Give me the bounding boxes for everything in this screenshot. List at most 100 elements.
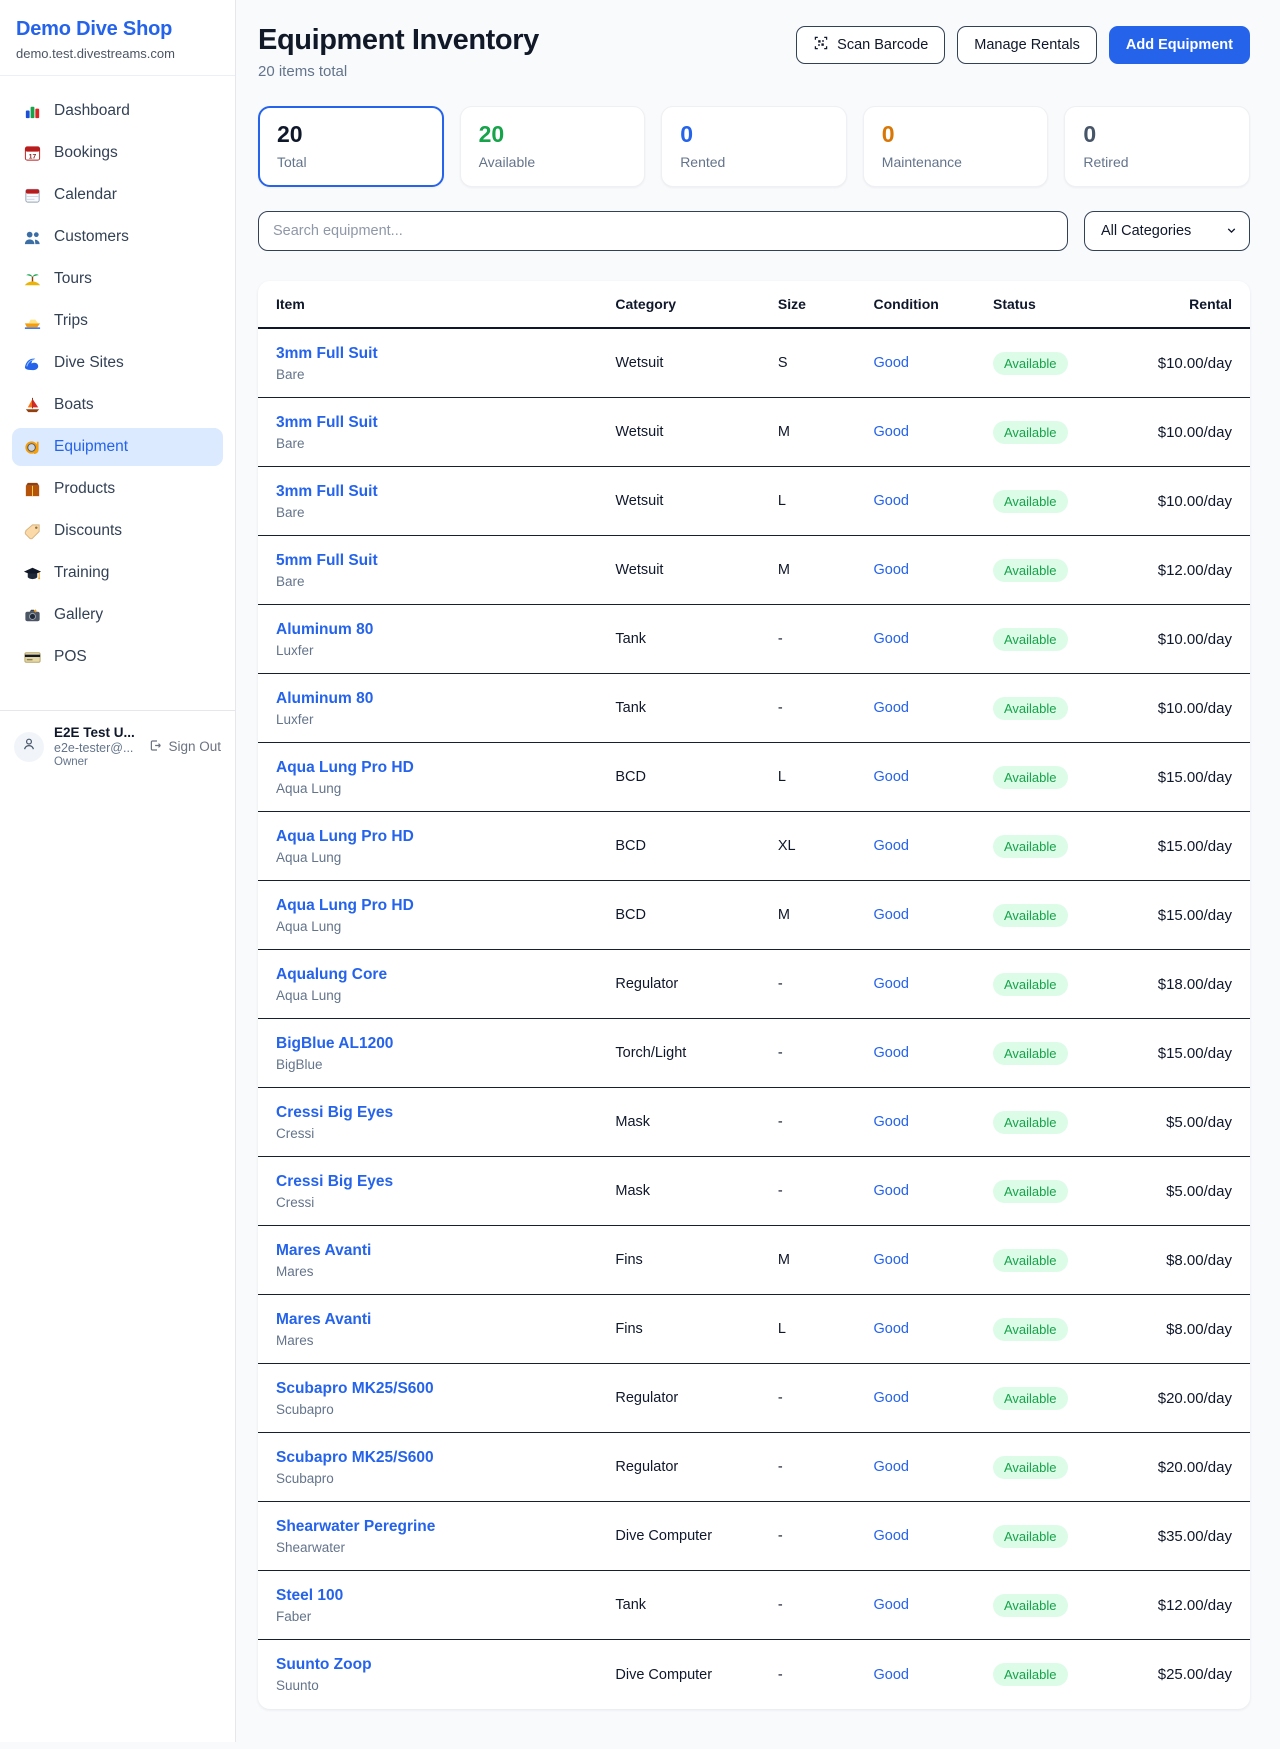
- tag-icon: [22, 521, 42, 541]
- condition-link[interactable]: Good: [873, 631, 908, 647]
- item-brand: Scubapro: [276, 1471, 615, 1486]
- rental-price: $10.00/day: [1127, 700, 1232, 717]
- user-name: E2E Test U...: [54, 725, 138, 740]
- sidebar-item-trips[interactable]: Trips: [12, 302, 223, 340]
- condition-link[interactable]: Good: [873, 1667, 908, 1683]
- condition-link[interactable]: Good: [873, 493, 908, 509]
- sidebar-item-calendar[interactable]: Calendar: [12, 176, 223, 214]
- item-name-link[interactable]: Aluminum 80: [276, 621, 615, 639]
- condition-link[interactable]: Good: [873, 907, 908, 923]
- condition-link[interactable]: Good: [873, 1252, 908, 1268]
- sailboat-icon: [22, 395, 42, 415]
- item-cell: Aluminum 80 Luxfer: [276, 690, 615, 727]
- stat-card-available[interactable]: 20Available: [460, 106, 646, 187]
- condition-link[interactable]: Good: [873, 562, 908, 578]
- item-name-link[interactable]: Aluminum 80: [276, 690, 615, 708]
- item-name-link[interactable]: Cressi Big Eyes: [276, 1173, 615, 1191]
- stat-card-retired[interactable]: 0Retired: [1064, 106, 1250, 187]
- sidebar-item-dashboard[interactable]: Dashboard: [12, 92, 223, 130]
- stat-card-total[interactable]: 20Total: [258, 106, 444, 187]
- table-row: Aqua Lung Pro HD Aqua Lung BCD M Good Av…: [258, 881, 1250, 950]
- item-cell: BigBlue AL1200 BigBlue: [276, 1035, 615, 1072]
- item-name-link[interactable]: Mares Avanti: [276, 1242, 615, 1260]
- stat-card-maintenance[interactable]: 0Maintenance: [863, 106, 1049, 187]
- condition-link[interactable]: Good: [873, 769, 908, 785]
- rental-price: $15.00/day: [1127, 1045, 1232, 1062]
- sidebar-item-boats[interactable]: Boats: [12, 386, 223, 424]
- scan-barcode-button[interactable]: Scan Barcode: [796, 26, 945, 64]
- item-name-link[interactable]: Scubapro MK25/S600: [276, 1380, 615, 1398]
- item-name-link[interactable]: Scubapro MK25/S600: [276, 1449, 615, 1467]
- size-cell: -: [778, 1597, 874, 1613]
- item-cell: Suunto Zoop Suunto: [276, 1656, 615, 1693]
- condition-link[interactable]: Good: [873, 1528, 908, 1544]
- condition-link[interactable]: Good: [873, 1459, 908, 1475]
- item-name-link[interactable]: Suunto Zoop: [276, 1656, 615, 1674]
- sidebar-item-bookings[interactable]: 17Bookings: [12, 134, 223, 172]
- brand-domain: demo.test.divestreams.com: [16, 46, 219, 61]
- stat-value: 20: [479, 121, 627, 148]
- category-cell: Regulator: [615, 1390, 778, 1406]
- condition-link[interactable]: Good: [873, 1597, 908, 1613]
- user-role: Owner: [54, 756, 138, 768]
- sidebar-item-label: POS: [54, 648, 87, 666]
- add-equipment-button[interactable]: Add Equipment: [1109, 26, 1250, 64]
- sidebar-item-pos[interactable]: POS: [12, 638, 223, 676]
- item-name-link[interactable]: Aqua Lung Pro HD: [276, 897, 615, 915]
- condition-link[interactable]: Good: [873, 1114, 908, 1130]
- condition-link[interactable]: Good: [873, 424, 908, 440]
- item-name-link[interactable]: 3mm Full Suit: [276, 414, 615, 432]
- sidebar-item-products[interactable]: Products: [12, 470, 223, 508]
- sidebar-item-discounts[interactable]: Discounts: [12, 512, 223, 550]
- sidebar-item-label: Customers: [54, 228, 129, 246]
- condition-link[interactable]: Good: [873, 700, 908, 716]
- item-name-link[interactable]: BigBlue AL1200: [276, 1035, 615, 1053]
- item-brand: Bare: [276, 367, 615, 382]
- item-cell: 3mm Full Suit Bare: [276, 345, 615, 382]
- category-cell: Mask: [615, 1183, 778, 1199]
- table-row: Mares Avanti Mares Fins M Good Available…: [258, 1226, 1250, 1295]
- item-name-link[interactable]: 3mm Full Suit: [276, 345, 615, 363]
- condition-link[interactable]: Good: [873, 1045, 908, 1061]
- item-name-link[interactable]: Mares Avanti: [276, 1311, 615, 1329]
- scan-barcode-label: Scan Barcode: [837, 37, 928, 53]
- brand-name[interactable]: Demo Dive Shop: [16, 18, 219, 41]
- item-name-link[interactable]: Shearwater Peregrine: [276, 1518, 615, 1536]
- sidebar-item-equipment[interactable]: Equipment: [12, 428, 223, 466]
- status-badge: Available: [993, 559, 1068, 582]
- category-cell: Tank: [615, 631, 778, 647]
- sidebar-item-training[interactable]: Training: [12, 554, 223, 592]
- item-name-link[interactable]: Cressi Big Eyes: [276, 1104, 615, 1122]
- table-row: Aluminum 80 Luxfer Tank - Good Available…: [258, 674, 1250, 743]
- sign-out-button[interactable]: Sign Out: [148, 738, 221, 756]
- stat-card-rented[interactable]: 0Rented: [661, 106, 847, 187]
- credit-card-icon: [22, 647, 42, 667]
- sidebar-item-label: Boats: [54, 396, 94, 414]
- condition-link[interactable]: Good: [873, 1321, 908, 1337]
- size-cell: M: [778, 562, 874, 578]
- item-name-link[interactable]: Steel 100: [276, 1587, 615, 1605]
- condition-link[interactable]: Good: [873, 1183, 908, 1199]
- manage-rentals-button[interactable]: Manage Rentals: [957, 26, 1097, 64]
- item-name-link[interactable]: Aqua Lung Pro HD: [276, 828, 615, 846]
- item-name-link[interactable]: 5mm Full Suit: [276, 552, 615, 570]
- column-header-item: Item: [276, 281, 615, 327]
- item-brand: Mares: [276, 1264, 615, 1279]
- stat-label: Total: [277, 154, 425, 170]
- rental-price: $10.00/day: [1127, 493, 1232, 510]
- search-input[interactable]: [258, 211, 1068, 251]
- condition-link[interactable]: Good: [873, 355, 908, 371]
- item-name-link[interactable]: 3mm Full Suit: [276, 483, 615, 501]
- sidebar-item-customers[interactable]: Customers: [12, 218, 223, 256]
- category-select[interactable]: All Categories: [1084, 211, 1250, 251]
- item-name-link[interactable]: Aqualung Core: [276, 966, 615, 984]
- condition-link[interactable]: Good: [873, 838, 908, 854]
- condition-link[interactable]: Good: [873, 976, 908, 992]
- sidebar-item-tours[interactable]: Tours: [12, 260, 223, 298]
- category-cell: BCD: [615, 769, 778, 785]
- sidebar-item-dive-sites[interactable]: Dive Sites: [12, 344, 223, 382]
- status-badge: Available: [993, 490, 1068, 513]
- sidebar-item-gallery[interactable]: Gallery: [12, 596, 223, 634]
- condition-link[interactable]: Good: [873, 1390, 908, 1406]
- item-name-link[interactable]: Aqua Lung Pro HD: [276, 759, 615, 777]
